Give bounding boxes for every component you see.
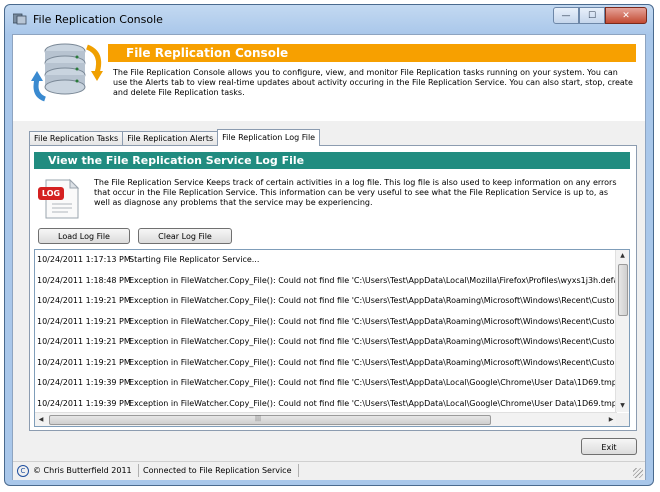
log-timestamp: 10/24/2011 1:17:13 PM — [37, 255, 131, 264]
copyright-logo-icon: C — [17, 465, 29, 477]
app-window: File Replication Console — ☐ ✕ File Repl… — [4, 4, 654, 486]
log-message: Exception in FileWatcher.Copy_File(): Co… — [129, 337, 617, 346]
log-timestamp: 10/24/2011 1:19:21 PM — [37, 357, 131, 367]
header-panel: File Replication Console The File Replic… — [13, 35, 645, 121]
vertical-scrollbar[interactable]: ▲ ▼ — [615, 250, 629, 412]
title-bar[interactable]: File Replication Console — ☐ ✕ — [5, 5, 653, 33]
log-message: Exception in FileWatcher.Copy_File(): Co… — [129, 275, 617, 285]
log-entry[interactable]: 10/24/2011 1:19:39 PMException in FileWa… — [35, 394, 617, 413]
log-message: Exception in FileWatcher.Copy_File(): Co… — [129, 316, 617, 326]
tab-strip: File Replication Tasks File Replication … — [29, 129, 321, 146]
status-connection: Connected to File Replication Service — [143, 464, 299, 477]
status-bar: C © Chris Butterfield 2011 Connected to … — [13, 461, 645, 480]
log-timestamp: 10/24/2011 1:19:21 PM — [37, 296, 131, 305]
log-file-icon — [38, 178, 80, 219]
load-log-file-button[interactable]: Load Log File — [38, 228, 130, 244]
log-timestamp: 10/24/2011 1:19:39 PM — [37, 398, 131, 408]
horizontal-scroll-thumb[interactable] — [49, 415, 491, 425]
log-message: Exception in FileWatcher.Copy_File(): Co… — [129, 398, 617, 408]
log-rows: 10/24/2011 1:17:13 PMStarting File Repli… — [35, 250, 617, 412]
log-entry[interactable]: 10/24/2011 1:19:21 PMException in FileWa… — [35, 312, 617, 333]
close-button[interactable]: ✕ — [605, 7, 647, 24]
scroll-up-icon[interactable]: ▲ — [616, 250, 629, 262]
scroll-down-icon[interactable]: ▼ — [616, 400, 629, 412]
window-title: File Replication Console — [33, 13, 163, 26]
tab-replication-alerts[interactable]: File Replication Alerts — [122, 131, 219, 146]
log-timestamp: 10/24/2011 1:19:39 PM — [37, 378, 131, 387]
exit-button[interactable]: Exit — [581, 438, 637, 455]
server-replication-icon — [31, 43, 103, 102]
horizontal-scrollbar[interactable]: ◀ ||| ▶ — [35, 412, 617, 426]
log-description: The File Replication Service Keeps track… — [94, 178, 617, 207]
tab-replication-log-file[interactable]: File Replication Log File — [217, 129, 321, 146]
vertical-scroll-thumb[interactable] — [618, 264, 628, 316]
scroll-corner — [616, 413, 629, 426]
log-file-panel: View the File Replication Service Log Fi… — [29, 145, 637, 431]
status-copyright: © Chris Butterfield 2011 — [33, 464, 139, 477]
log-entry[interactable]: 10/24/2011 1:17:13 PMStarting File Repli… — [35, 250, 617, 271]
log-entry[interactable]: 10/24/2011 1:19:21 PMException in FileWa… — [35, 353, 617, 374]
header-banner: File Replication Console — [108, 44, 636, 62]
minimize-button[interactable]: — — [553, 7, 579, 24]
scroll-left-icon[interactable]: ◀ — [35, 413, 47, 426]
scroll-grip-icon: ||| — [255, 415, 262, 422]
header-description: The File Replication Console allows you … — [113, 68, 633, 97]
log-message: Exception in FileWatcher.Copy_File(): Co… — [129, 378, 617, 387]
window-controls: — ☐ ✕ — [553, 7, 647, 24]
tab-replication-tasks[interactable]: File Replication Tasks — [29, 131, 124, 146]
log-timestamp: 10/24/2011 1:18:48 PM — [37, 275, 131, 285]
resize-grip-icon[interactable] — [633, 468, 643, 478]
log-entry[interactable]: 10/24/2011 1:18:48 PMException in FileWa… — [35, 271, 617, 292]
log-icon-label: LOG — [41, 189, 61, 198]
log-entries-list[interactable]: 10/24/2011 1:17:13 PMStarting File Repli… — [34, 249, 630, 427]
log-message: Exception in FileWatcher.Copy_File(): Co… — [129, 296, 617, 305]
log-timestamp: 10/24/2011 1:19:21 PM — [37, 337, 131, 346]
clear-log-file-button[interactable]: Clear Log File — [138, 228, 232, 244]
app-icon — [13, 13, 27, 25]
maximize-button[interactable]: ☐ — [579, 7, 605, 24]
log-section-banner: View the File Replication Service Log Fi… — [34, 152, 630, 169]
log-entry[interactable]: 10/24/2011 1:19:21 PMException in FileWa… — [35, 291, 617, 312]
log-message: Starting File Replicator Service... — [129, 255, 260, 264]
client-area: File Replication Console The File Replic… — [12, 34, 646, 480]
log-message: Exception in FileWatcher.Copy_File(): Co… — [129, 357, 617, 367]
log-timestamp: 10/24/2011 1:19:21 PM — [37, 316, 131, 326]
log-entry[interactable]: 10/24/2011 1:19:39 PMException in FileWa… — [35, 373, 617, 394]
log-entry[interactable]: 10/24/2011 1:19:21 PMException in FileWa… — [35, 332, 617, 353]
